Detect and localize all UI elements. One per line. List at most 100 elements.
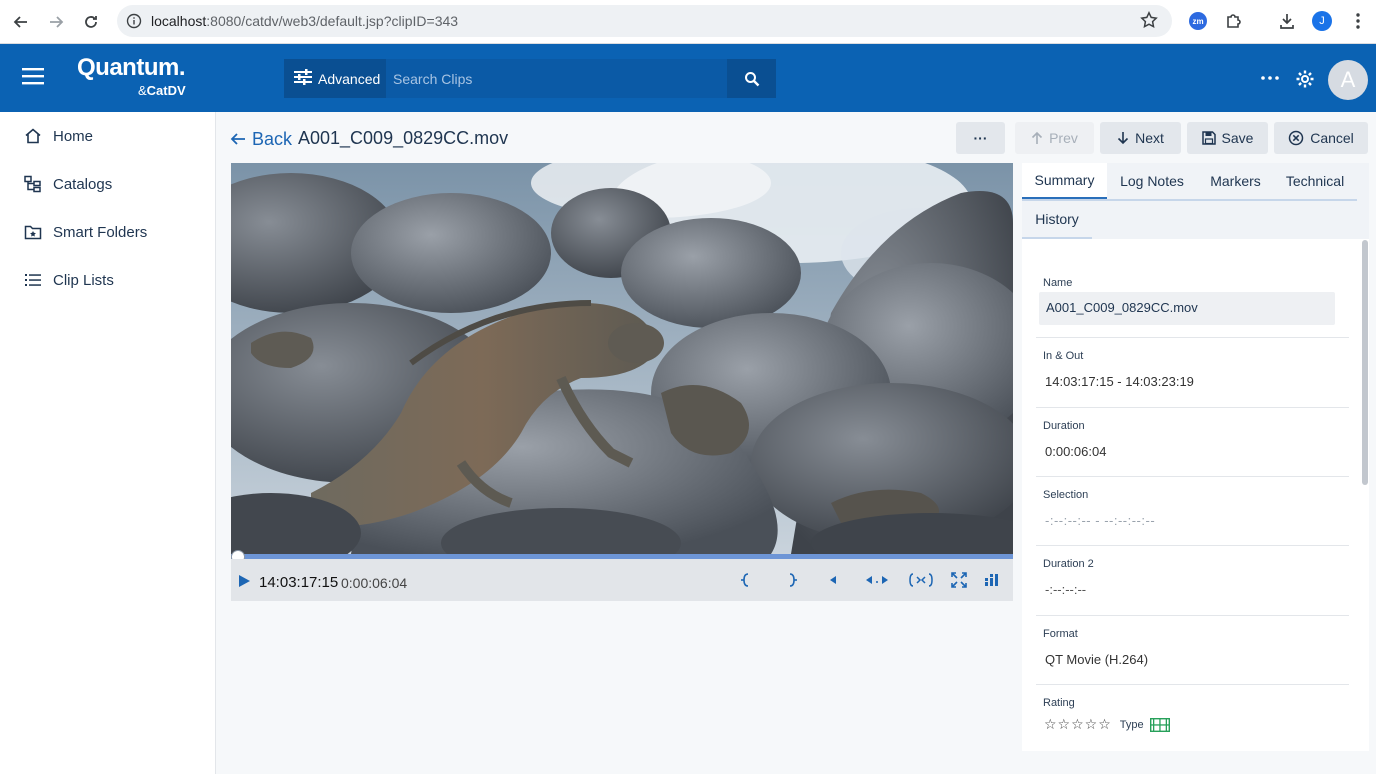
url-text: localhost:8080/catdv/web3/default.jsp?cl… xyxy=(151,13,459,29)
address-bar[interactable]: localhost:8080/catdv/web3/default.jsp?cl… xyxy=(117,5,1172,37)
video-preview[interactable] xyxy=(231,163,1013,554)
search-bar: Advanced xyxy=(284,59,776,98)
duration-value: 0:00:06:04 xyxy=(1045,444,1107,459)
cancel-label: Cancel xyxy=(1310,130,1354,146)
catdv-logo: &CatDV xyxy=(138,83,186,98)
sidebar-item-home[interactable]: Home xyxy=(0,116,216,156)
settings-gear-icon[interactable] xyxy=(1295,69,1315,94)
reload-icon[interactable] xyxy=(73,4,109,40)
clip-duration: 0:00:06:04 xyxy=(341,575,408,591)
search-input[interactable] xyxy=(386,59,727,98)
field-selection: Selection -:--:--:-- - --:--:--:-- xyxy=(1036,477,1349,546)
more-actions-button[interactable]: ··· xyxy=(956,122,1005,154)
cancel-button[interactable]: Cancel xyxy=(1274,122,1368,154)
app-header: Quantum. &CatDV Advanced A xyxy=(0,44,1376,112)
sidebar: Home Catalogs Smart Folders Clip Lists xyxy=(0,112,216,774)
back-arrow-icon[interactable] xyxy=(3,4,39,40)
selection-value: -:--:--:-- - --:--:--:-- xyxy=(1045,513,1156,528)
video-frame-image xyxy=(231,163,1013,554)
next-label: Next xyxy=(1135,130,1164,146)
field-in-out: In & Out 14:03:17:15 - 14:03:23:19 xyxy=(1036,338,1349,408)
sidebar-item-smart-folders[interactable]: Smart Folders xyxy=(0,212,216,252)
search-button[interactable] xyxy=(727,59,776,98)
prev-label: Prev xyxy=(1049,130,1078,146)
clip-title: A001_C009_0829CC.mov xyxy=(298,128,509,148)
field-label: Format xyxy=(1043,628,1078,640)
user-avatar[interactable]: A xyxy=(1328,60,1368,100)
fullscreen-icon[interactable] xyxy=(951,572,967,593)
field-name: Name A001_C009_0829CC.mov xyxy=(1036,277,1349,338)
back-label: Back xyxy=(252,128,293,149)
in-out-value: 14:03:17:15 - 14:03:23:19 xyxy=(1045,374,1194,389)
arrow-up-icon xyxy=(1032,131,1043,144)
home-icon xyxy=(25,128,41,144)
set-out-point-icon[interactable] xyxy=(786,572,798,593)
step-back-icon[interactable] xyxy=(827,572,839,593)
search-icon xyxy=(744,71,759,86)
extensions-icon[interactable] xyxy=(1224,11,1244,36)
tab-technical[interactable]: Technical xyxy=(1276,163,1354,199)
field-duration-2: Duration 2 -:--:--:-- xyxy=(1036,546,1349,616)
browser-toolbar: localhost:8080/catdv/web3/default.jsp?cl… xyxy=(0,0,1376,44)
tab-log-notes[interactable]: Log Notes xyxy=(1109,163,1195,199)
filter-sliders-icon xyxy=(294,69,312,88)
list-icon xyxy=(25,274,41,286)
save-button[interactable]: Save xyxy=(1187,122,1268,154)
advanced-search-button[interactable]: Advanced xyxy=(284,59,386,98)
field-label: Name xyxy=(1043,277,1073,289)
save-label: Save xyxy=(1221,130,1254,146)
go-to-in-icon[interactable] xyxy=(865,572,889,593)
summary-fields: Name A001_C009_0829CC.mov In & Out 14:03… xyxy=(1036,277,1349,751)
save-disk-icon xyxy=(1201,131,1216,145)
field-label: Rating xyxy=(1043,697,1075,709)
duration-2-value: -:--:--:-- xyxy=(1045,582,1087,597)
site-info-icon[interactable] xyxy=(117,13,151,29)
sidebar-item-label: Smart Folders xyxy=(53,223,148,241)
sidebar-item-label: Catalogs xyxy=(53,175,113,193)
menu-icon[interactable] xyxy=(22,66,46,91)
play-icon xyxy=(239,575,250,587)
clip-details-panel: Summary Log Notes Markers Technical Hist… xyxy=(1022,163,1369,751)
film-type-icon xyxy=(1149,717,1170,732)
arrow-down-icon xyxy=(1118,132,1129,145)
prev-button[interactable]: Prev xyxy=(1015,122,1094,154)
catalogs-icon xyxy=(24,175,41,193)
play-button[interactable] xyxy=(237,574,251,593)
go-to-out-icon[interactable] xyxy=(909,572,933,593)
bookmark-star-icon[interactable] xyxy=(1140,11,1158,34)
field-label: Selection xyxy=(1043,489,1089,501)
field-rating: Rating ☆☆☆☆☆ Type xyxy=(1036,685,1349,751)
sidebar-item-clip-lists[interactable]: Clip Lists xyxy=(0,260,216,300)
next-button[interactable]: Next xyxy=(1100,122,1181,154)
type-label: Type xyxy=(1119,718,1144,731)
field-duration: Duration 0:00:06:04 xyxy=(1036,408,1349,477)
zoom-extension-icon[interactable]: zm xyxy=(1189,12,1207,30)
tab-history[interactable]: History xyxy=(1022,201,1092,237)
sidebar-item-label: Home xyxy=(53,127,94,145)
more-actions-label: ··· xyxy=(973,130,988,146)
tab-summary[interactable]: Summary xyxy=(1022,163,1107,199)
more-options-icon[interactable] xyxy=(1260,70,1280,91)
browser-profile-avatar[interactable]: J xyxy=(1312,11,1332,31)
player-controls: 14:03:17:15 0:00:06:04 xyxy=(231,559,1013,601)
name-input[interactable]: A001_C009_0829CC.mov xyxy=(1039,292,1335,325)
advanced-label: Advanced xyxy=(318,70,381,87)
back-arrow-icon xyxy=(230,133,245,145)
field-label: In & Out xyxy=(1043,350,1084,362)
audio-levels-icon[interactable] xyxy=(985,572,999,593)
browser-menu-icon[interactable] xyxy=(1350,11,1366,36)
smart-folder-icon xyxy=(24,225,42,240)
sidebar-item-catalogs[interactable]: Catalogs xyxy=(0,164,216,204)
sidebar-item-label: Clip Lists xyxy=(53,271,114,289)
field-format: Format QT Movie (H.264) xyxy=(1036,616,1349,685)
tab-divider xyxy=(1022,237,1092,239)
panel-scrollbar[interactable] xyxy=(1362,240,1368,485)
rating-stars[interactable]: ☆☆☆☆☆ xyxy=(1044,716,1112,733)
tab-markers[interactable]: Markers xyxy=(1197,163,1274,199)
forward-arrow-icon[interactable] xyxy=(38,4,74,40)
current-timecode: 14:03:17:15 xyxy=(259,574,339,591)
set-in-point-icon[interactable] xyxy=(740,572,752,593)
back-link[interactable]: Back xyxy=(230,126,292,152)
download-icon[interactable] xyxy=(1277,11,1297,36)
field-label: Duration 2 xyxy=(1043,558,1094,570)
